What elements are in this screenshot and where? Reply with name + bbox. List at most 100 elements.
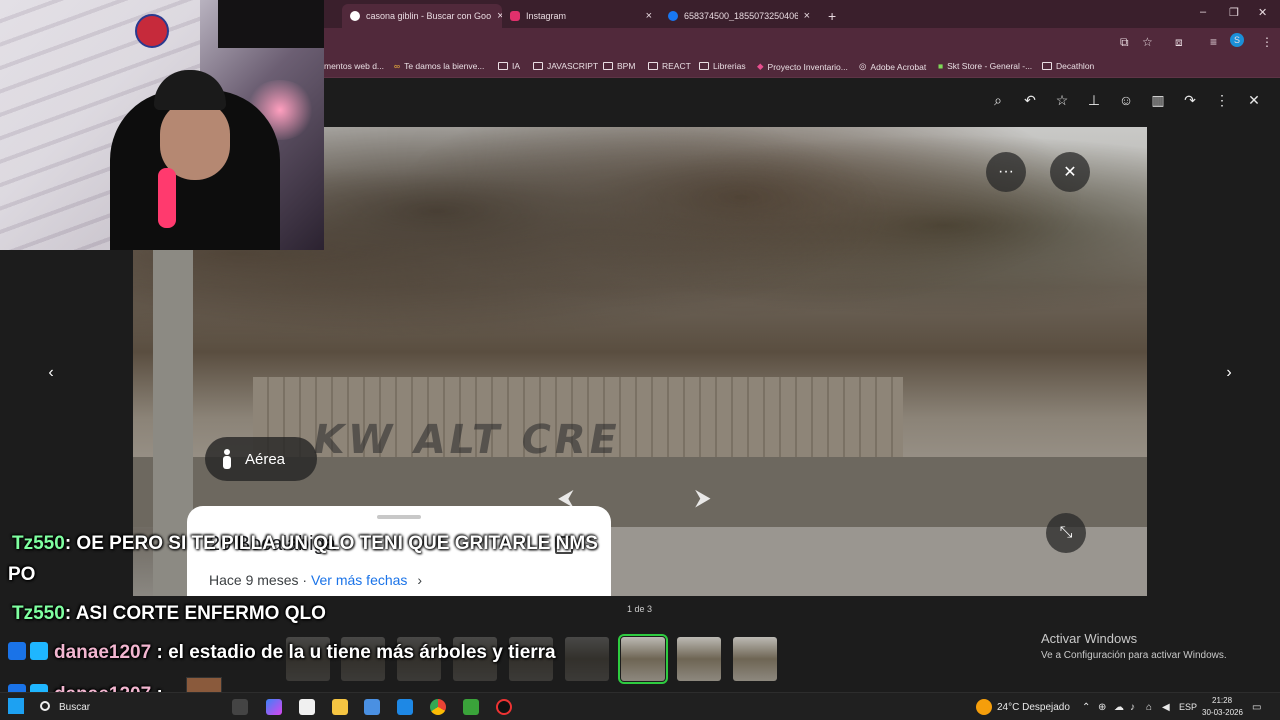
bookmark-folder-javascript[interactable]: JAVASCRIPT xyxy=(533,61,598,71)
bookmark-label: BPM xyxy=(617,61,636,71)
bookmark-folder-ia[interactable]: IA xyxy=(498,61,520,71)
tab-title: casona giblin - Buscar con Goo xyxy=(366,11,492,21)
bookmark-star-icon[interactable]: ☆ xyxy=(1142,35,1153,49)
team-logo xyxy=(135,14,169,48)
bookmark-folder-react[interactable]: REACT xyxy=(648,61,691,71)
google-icon xyxy=(350,11,360,21)
bookmark-item[interactable]: mentos web d... xyxy=(324,61,384,71)
bookmark-item[interactable]: ∞ Te damos la bienve... xyxy=(394,61,484,71)
aerea-button[interactable]: Aérea xyxy=(205,437,317,481)
street-view-more-button[interactable]: ··· xyxy=(986,152,1026,192)
clock-date[interactable]: 30-03-2026 xyxy=(1202,708,1243,717)
obs-icon[interactable] xyxy=(496,699,512,715)
adobe-icon: ◎ xyxy=(859,61,867,71)
chat-text: : OE PERO SI TE PILLA UN QLO TENI QUE GR… xyxy=(64,533,598,554)
new-tab-button[interactable]: + xyxy=(820,4,842,28)
address-row: ⧉ ☆ ⧈ ≡ S ⋮ xyxy=(324,28,1280,55)
volume-icon[interactable]: ◀ xyxy=(1162,702,1170,713)
drag-handle[interactable] xyxy=(377,515,421,519)
thumbnail[interactable] xyxy=(677,637,721,681)
bookmark-label: JAVASCRIPT xyxy=(547,61,599,71)
sub-badge-icon xyxy=(30,642,48,660)
weather-icon xyxy=(976,699,992,715)
copilot-icon[interactable] xyxy=(266,699,282,715)
pegman-icon xyxy=(221,449,233,469)
trash-icon[interactable]: ▥ xyxy=(1149,92,1167,109)
notepad-icon[interactable] xyxy=(299,699,315,715)
more-dates-link[interactable]: Ver más fechas xyxy=(311,572,408,588)
emoji-icon[interactable]: ☺ xyxy=(1117,92,1135,108)
thumbnail[interactable] xyxy=(733,637,777,681)
restore-icon[interactable]: ❐ xyxy=(1229,6,1239,19)
previous-image-button[interactable]: ‹ xyxy=(40,362,62,384)
pin-icon[interactable]: ⊥ xyxy=(1085,92,1103,109)
street-view-close-button[interactable]: ✕ xyxy=(1050,152,1090,192)
bookmark-item[interactable]: ◆ Proyecto Inventario... xyxy=(757,61,848,72)
network-icon[interactable]: ⌂ xyxy=(1146,702,1152,713)
menu-icon[interactable]: ⋮ xyxy=(1261,35,1273,49)
extensions-icon[interactable]: ⧈ xyxy=(1175,35,1183,50)
weather-text[interactable]: 24°C Despejado xyxy=(997,702,1070,713)
tab-facebook[interactable]: 658374500_185507325040640 × xyxy=(660,4,818,28)
tab-instagram[interactable]: Instagram × xyxy=(502,4,660,28)
activation-subtitle: Ve a Configuración para activar Windows. xyxy=(1041,650,1227,661)
folder-icon xyxy=(699,62,709,70)
close-tab-icon[interactable]: × xyxy=(646,10,652,22)
microphone-icon[interactable]: ♪ xyxy=(1130,702,1135,713)
tray-cloud-icon[interactable]: ☁ xyxy=(1114,702,1124,713)
street-view-right-arrow-icon[interactable]: ⮞ xyxy=(695,485,711,511)
bookmark-folder-decathlon[interactable]: Decathlon xyxy=(1042,61,1094,71)
close-window-icon[interactable]: ✕ xyxy=(1258,6,1267,19)
close-icon[interactable]: ✕ xyxy=(1245,92,1263,109)
thumbnail-selected[interactable] xyxy=(618,634,668,684)
store-icon[interactable] xyxy=(364,699,380,715)
task-view-icon[interactable] xyxy=(232,699,248,715)
bookmark-folder-bpm[interactable]: BPM xyxy=(603,61,635,71)
bookmarks-bar: mentos web d... ∞ Te damos la bienve... I… xyxy=(324,55,1280,78)
minimize-icon[interactable]: – xyxy=(1200,6,1206,18)
clock-time[interactable]: 21:28 xyxy=(1212,696,1232,705)
profile-avatar[interactable]: S xyxy=(1230,33,1244,47)
close-tab-icon[interactable]: × xyxy=(804,10,810,22)
forward-icon[interactable]: ↷ xyxy=(1181,92,1199,109)
street-view-expand-button[interactable]: ⤡ xyxy=(1046,513,1086,553)
chat-text: : el estadio de la u tiene más árboles y… xyxy=(151,642,556,663)
minecraft-icon[interactable] xyxy=(463,699,479,715)
reading-list-icon[interactable]: ≡ xyxy=(1210,35,1217,49)
notifications-icon[interactable]: ▭ xyxy=(1252,702,1261,713)
install-app-icon[interactable]: ⧉ xyxy=(1120,35,1129,50)
bookmark-item[interactable]: ■ Skt Store - General -... xyxy=(938,61,1032,71)
chat-message: Tz550: OE PERO SI TE PILLA UN QLO TENI Q… xyxy=(12,533,598,555)
bookmark-label: Adobe Acrobat xyxy=(870,61,927,72)
outlook-icon[interactable] xyxy=(397,699,413,715)
show-hidden-icons-icon[interactable]: ⌃ xyxy=(1082,702,1090,713)
bookmark-icon: ◆ xyxy=(757,61,764,71)
image-counter: 1 de 3 xyxy=(627,604,653,614)
more-icon[interactable]: ⋮ xyxy=(1213,92,1231,109)
tray-app-icon[interactable]: ⊕ xyxy=(1098,702,1106,713)
folder-icon xyxy=(498,62,508,70)
bookmark-folder-librerias[interactable]: Librerias xyxy=(699,61,746,71)
bookmark-label: Skt Store - General -... xyxy=(947,61,1033,71)
search-icon[interactable] xyxy=(40,701,50,711)
reply-icon[interactable]: ↶ xyxy=(1021,92,1039,109)
zoom-icon[interactable]: ⌕ xyxy=(989,92,1007,109)
bookmark-item[interactable]: ◎ Adobe Acrobat xyxy=(859,61,926,72)
folder-icon xyxy=(533,62,543,70)
file-explorer-icon[interactable] xyxy=(332,699,348,715)
chrome-icon[interactable] xyxy=(430,699,446,715)
thumbnail[interactable] xyxy=(565,637,609,681)
instagram-icon xyxy=(510,11,520,21)
language-indicator[interactable]: ESP xyxy=(1179,702,1197,712)
star-icon[interactable]: ☆ xyxy=(1053,92,1071,109)
windows-start-icon[interactable] xyxy=(8,698,24,714)
tab-google-search[interactable]: casona giblin - Buscar con Goo × xyxy=(342,4,502,28)
folder-icon xyxy=(1042,62,1052,70)
link-icon: ∞ xyxy=(394,61,401,71)
tab-title: Instagram xyxy=(526,11,567,21)
taskbar-search[interactable]: Buscar xyxy=(59,702,90,713)
next-image-button[interactable]: › xyxy=(1218,362,1240,384)
chat-text: PO xyxy=(8,564,36,585)
windows-taskbar: Buscar 24°C Despejado ⌃ ⊕ ☁ ♪ ⌂ ◀ ESP 21… xyxy=(0,692,1280,720)
activation-title: Activar Windows xyxy=(1041,631,1138,646)
